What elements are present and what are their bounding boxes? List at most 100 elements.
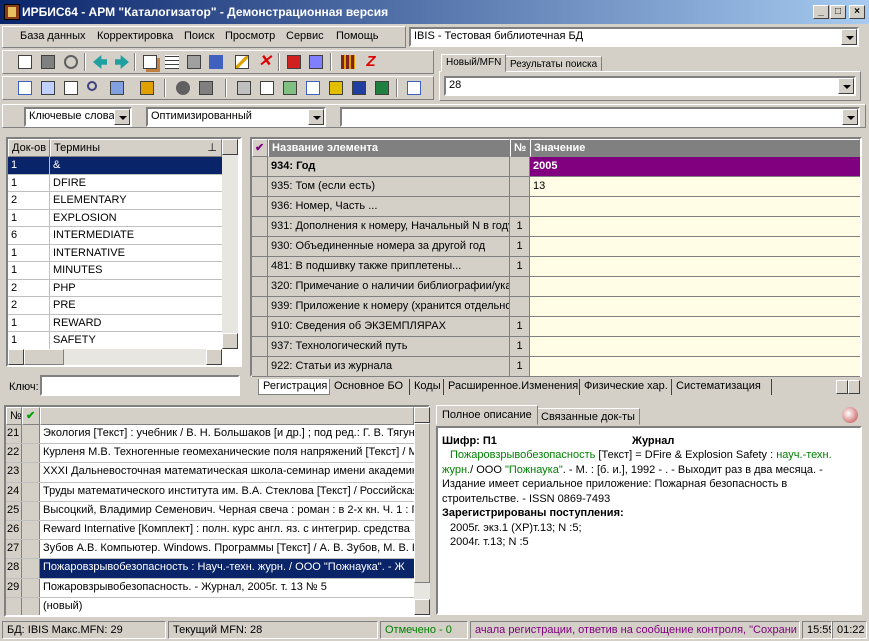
scroll-thumb[interactable] bbox=[414, 423, 430, 583]
field-row[interactable]: 936: Номер, Часть ... bbox=[252, 197, 860, 217]
field-value[interactable] bbox=[530, 257, 860, 276]
database-select[interactable]: IBIS - Тестовая библиотечная БД bbox=[409, 27, 859, 47]
tab-search-results[interactable]: Результаты поиска bbox=[505, 56, 603, 72]
column-header-name[interactable]: Название элемента bbox=[268, 139, 510, 157]
worksheet-tab[interactable]: Физические хар. bbox=[580, 379, 672, 395]
tab-full-description[interactable]: Полное описание bbox=[436, 405, 538, 425]
dictionary-icon[interactable] bbox=[38, 78, 58, 98]
worksheet-tab[interactable]: Систематизация bbox=[672, 379, 772, 395]
view-icon[interactable] bbox=[173, 78, 193, 98]
worksheet-tab[interactable]: Коды bbox=[410, 379, 444, 395]
dictionary-row[interactable]: 2 PRE bbox=[8, 297, 222, 315]
dictionary-row[interactable]: 1 & bbox=[8, 157, 222, 175]
copy-icon[interactable] bbox=[303, 78, 323, 98]
undo-icon[interactable] bbox=[61, 52, 81, 72]
checklist-icon[interactable] bbox=[61, 78, 81, 98]
close-button[interactable]: × bbox=[849, 5, 865, 19]
worksheet-tab[interactable]: Регистрация bbox=[258, 379, 330, 395]
field-value[interactable]: 13 bbox=[530, 177, 860, 196]
worksheet-tab[interactable]: Основное БО bbox=[330, 379, 410, 395]
field-value[interactable] bbox=[530, 317, 860, 336]
print-form-icon[interactable] bbox=[184, 52, 204, 72]
new-record-icon[interactable] bbox=[15, 52, 35, 72]
search-query-input[interactable] bbox=[340, 107, 860, 127]
dictionary-hscrollbar[interactable] bbox=[8, 349, 222, 365]
field-row[interactable]: 931: Дополнения к номеру, Начальный N в … bbox=[252, 217, 860, 237]
export-icon[interactable] bbox=[306, 52, 326, 72]
chevron-down-icon[interactable] bbox=[838, 78, 854, 94]
dictionary-row[interactable]: 1 EXPLOSION bbox=[8, 209, 222, 227]
field-value[interactable]: 2005 bbox=[530, 157, 860, 176]
mfn-select[interactable]: 28 bbox=[444, 76, 856, 96]
scroll-up-icon[interactable] bbox=[222, 139, 238, 155]
help-icon[interactable] bbox=[404, 78, 424, 98]
refresh-icon[interactable] bbox=[842, 407, 858, 423]
dictionary-row[interactable]: 6 INTERMEDIATE bbox=[8, 227, 222, 245]
chevron-down-icon[interactable] bbox=[114, 109, 130, 125]
column-header-docs[interactable]: Док-ов bbox=[8, 139, 50, 157]
delete-icon[interactable]: ✕ bbox=[255, 52, 275, 72]
record-mark[interactable] bbox=[22, 482, 40, 501]
search-mode-select[interactable]: Ключевые слова bbox=[24, 107, 132, 127]
field-row[interactable]: 939: Приложение к номеру (хранится отдел… bbox=[252, 297, 860, 317]
dictionary-row[interactable]: 1 REWARD bbox=[8, 314, 222, 332]
maximize-button[interactable]: □ bbox=[830, 5, 846, 19]
chevron-down-icon[interactable] bbox=[841, 29, 857, 45]
next-record-icon[interactable] bbox=[112, 52, 132, 72]
dictionary-row[interactable]: 1 SAFETY bbox=[8, 332, 222, 349]
z3950-icon[interactable]: Z bbox=[361, 52, 381, 72]
record-mark[interactable] bbox=[22, 540, 40, 559]
search-icon[interactable] bbox=[84, 78, 104, 98]
field-row[interactable]: 930: Объединенные номера за другой год 1 bbox=[252, 237, 860, 257]
print-cards-icon[interactable] bbox=[280, 78, 300, 98]
menu-help[interactable]: Помощь bbox=[336, 30, 379, 42]
field-row[interactable]: 481: В подшивку также приплетены... 1 bbox=[252, 257, 860, 277]
scroll-right-icon[interactable] bbox=[206, 349, 222, 365]
title-link[interactable]: Пожаровзрывобезопасность bbox=[450, 449, 595, 461]
folder-icon[interactable] bbox=[196, 78, 216, 98]
menu-edit[interactable]: Корректировка bbox=[97, 30, 173, 42]
link-icon[interactable] bbox=[107, 78, 127, 98]
record-row[interactable]: 22 Курленя М.В. Техногенные геомеханическ… bbox=[6, 444, 414, 464]
record-row[interactable]: 25 Высоцкий, Владимир Семенович. Черная с… bbox=[6, 501, 414, 521]
grid-icon[interactable] bbox=[162, 52, 182, 72]
scroll-down-icon[interactable] bbox=[414, 599, 430, 615]
record-row[interactable]: 21 Экология [Текст] : учебник / В. Н. Бол… bbox=[6, 425, 414, 445]
dictionary-vscrollbar[interactable] bbox=[222, 139, 238, 349]
export-word-icon[interactable] bbox=[349, 78, 369, 98]
chevron-down-icon[interactable] bbox=[308, 109, 324, 125]
export-excel-icon[interactable] bbox=[372, 78, 392, 98]
record-mark[interactable] bbox=[22, 521, 40, 540]
tab-scroll[interactable] bbox=[836, 380, 860, 394]
check-icon[interactable]: ✔ bbox=[252, 139, 268, 157]
record-mark[interactable] bbox=[22, 578, 40, 597]
column-header-num[interactable]: № bbox=[510, 139, 530, 157]
field-row[interactable]: 937: Технологический путь 1 bbox=[252, 337, 860, 357]
key-input[interactable] bbox=[40, 375, 240, 396]
dictionary-row[interactable]: 2 PHP bbox=[8, 279, 222, 297]
field-row[interactable]: 934: Год 2005 bbox=[252, 157, 860, 177]
field-row[interactable]: 910: Сведения об ЭКЗЕМПЛЯРАХ 1 bbox=[252, 317, 860, 337]
field-row[interactable]: 935: Том (если есть) 13 bbox=[252, 177, 860, 197]
field-row[interactable]: 320: Примечание о наличии библиографии/у… bbox=[252, 277, 860, 297]
pin-icon[interactable]: ⊥ bbox=[207, 141, 217, 154]
scroll-down-icon[interactable] bbox=[222, 333, 238, 349]
bookmark-icon[interactable] bbox=[326, 78, 346, 98]
scroll-left-icon[interactable] bbox=[8, 349, 24, 365]
tab-new-mfn[interactable]: Новый/MFN bbox=[441, 54, 507, 72]
field-row[interactable]: 922: Статьи из журнала 1 bbox=[252, 357, 860, 377]
dictionary-row[interactable]: 1 MINUTES bbox=[8, 262, 222, 280]
record-mark[interactable] bbox=[22, 501, 40, 520]
tab-scroll-left-icon[interactable] bbox=[836, 380, 848, 394]
import-icon[interactable] bbox=[284, 52, 304, 72]
menu-search[interactable]: Поиск bbox=[184, 30, 214, 42]
publisher-link[interactable]: "Пожнаука" bbox=[505, 464, 563, 476]
field-value[interactable] bbox=[530, 277, 860, 296]
tree-icon[interactable] bbox=[206, 52, 226, 72]
record-mark[interactable] bbox=[22, 444, 40, 463]
record-row[interactable]: 23 XXXI Дальневосточная математическая шк… bbox=[6, 463, 414, 483]
record-row[interactable]: 26 Reward Internative [Комплект] : полн. … bbox=[6, 521, 414, 541]
column-header-value[interactable]: Значение bbox=[530, 139, 860, 157]
books-icon[interactable] bbox=[338, 52, 358, 72]
save-icon[interactable] bbox=[38, 52, 58, 72]
